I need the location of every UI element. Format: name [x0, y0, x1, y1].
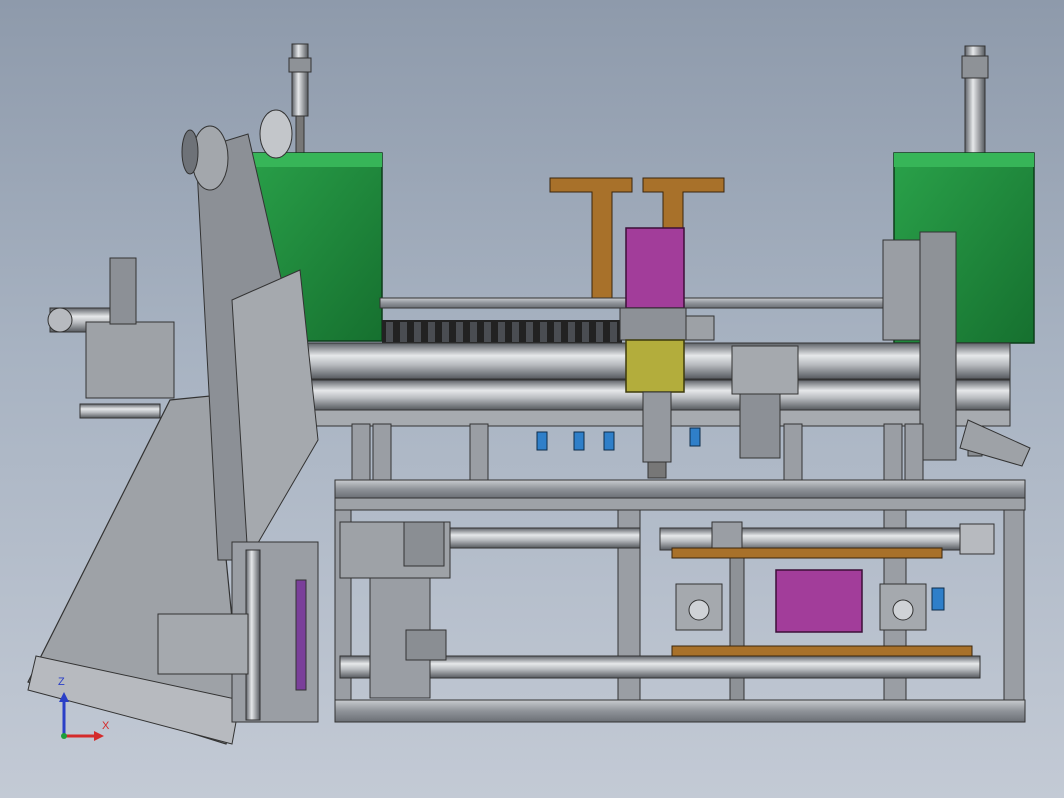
belt-tooth: [610, 322, 617, 342]
belt-tooth: [400, 322, 407, 342]
lower-magenta-block: [775, 569, 863, 633]
belt-tooth: [442, 322, 449, 342]
belt-tooth: [470, 322, 477, 342]
belt-tooth: [428, 322, 435, 342]
lower-frame-top-beam: [334, 479, 1026, 511]
lower-rod-upper-left: [449, 527, 641, 549]
magenta-block: [625, 227, 685, 309]
left-mount-block: [85, 257, 175, 399]
triad-x-label: X: [102, 720, 110, 732]
left-tilted-base: [27, 395, 241, 745]
belt-tooth: [526, 322, 533, 342]
lower-frame-bottom-beam: [334, 699, 1026, 723]
belt-tooth: [386, 322, 393, 342]
left-top-cylinder: [288, 43, 312, 157]
belt-tooth: [512, 322, 519, 342]
olive-block: [625, 339, 685, 393]
belt-tooth: [498, 322, 505, 342]
belt-tooth: [568, 322, 575, 342]
upper-support-legs: [351, 423, 924, 483]
belt-tooth: [596, 322, 603, 342]
cad-viewport[interactable]: Z X: [0, 0, 1064, 798]
triad-z-label: Z: [58, 676, 65, 688]
center-carriage: [619, 307, 715, 341]
belt-tooth: [582, 322, 589, 342]
belt-tooth: [540, 322, 547, 342]
belt-tooth: [484, 322, 491, 342]
center-tool: [642, 391, 672, 479]
belt-tooth: [554, 322, 561, 342]
belt-tooth: [456, 322, 463, 342]
belt-tooth: [414, 322, 421, 342]
timing-belt: [382, 320, 622, 344]
